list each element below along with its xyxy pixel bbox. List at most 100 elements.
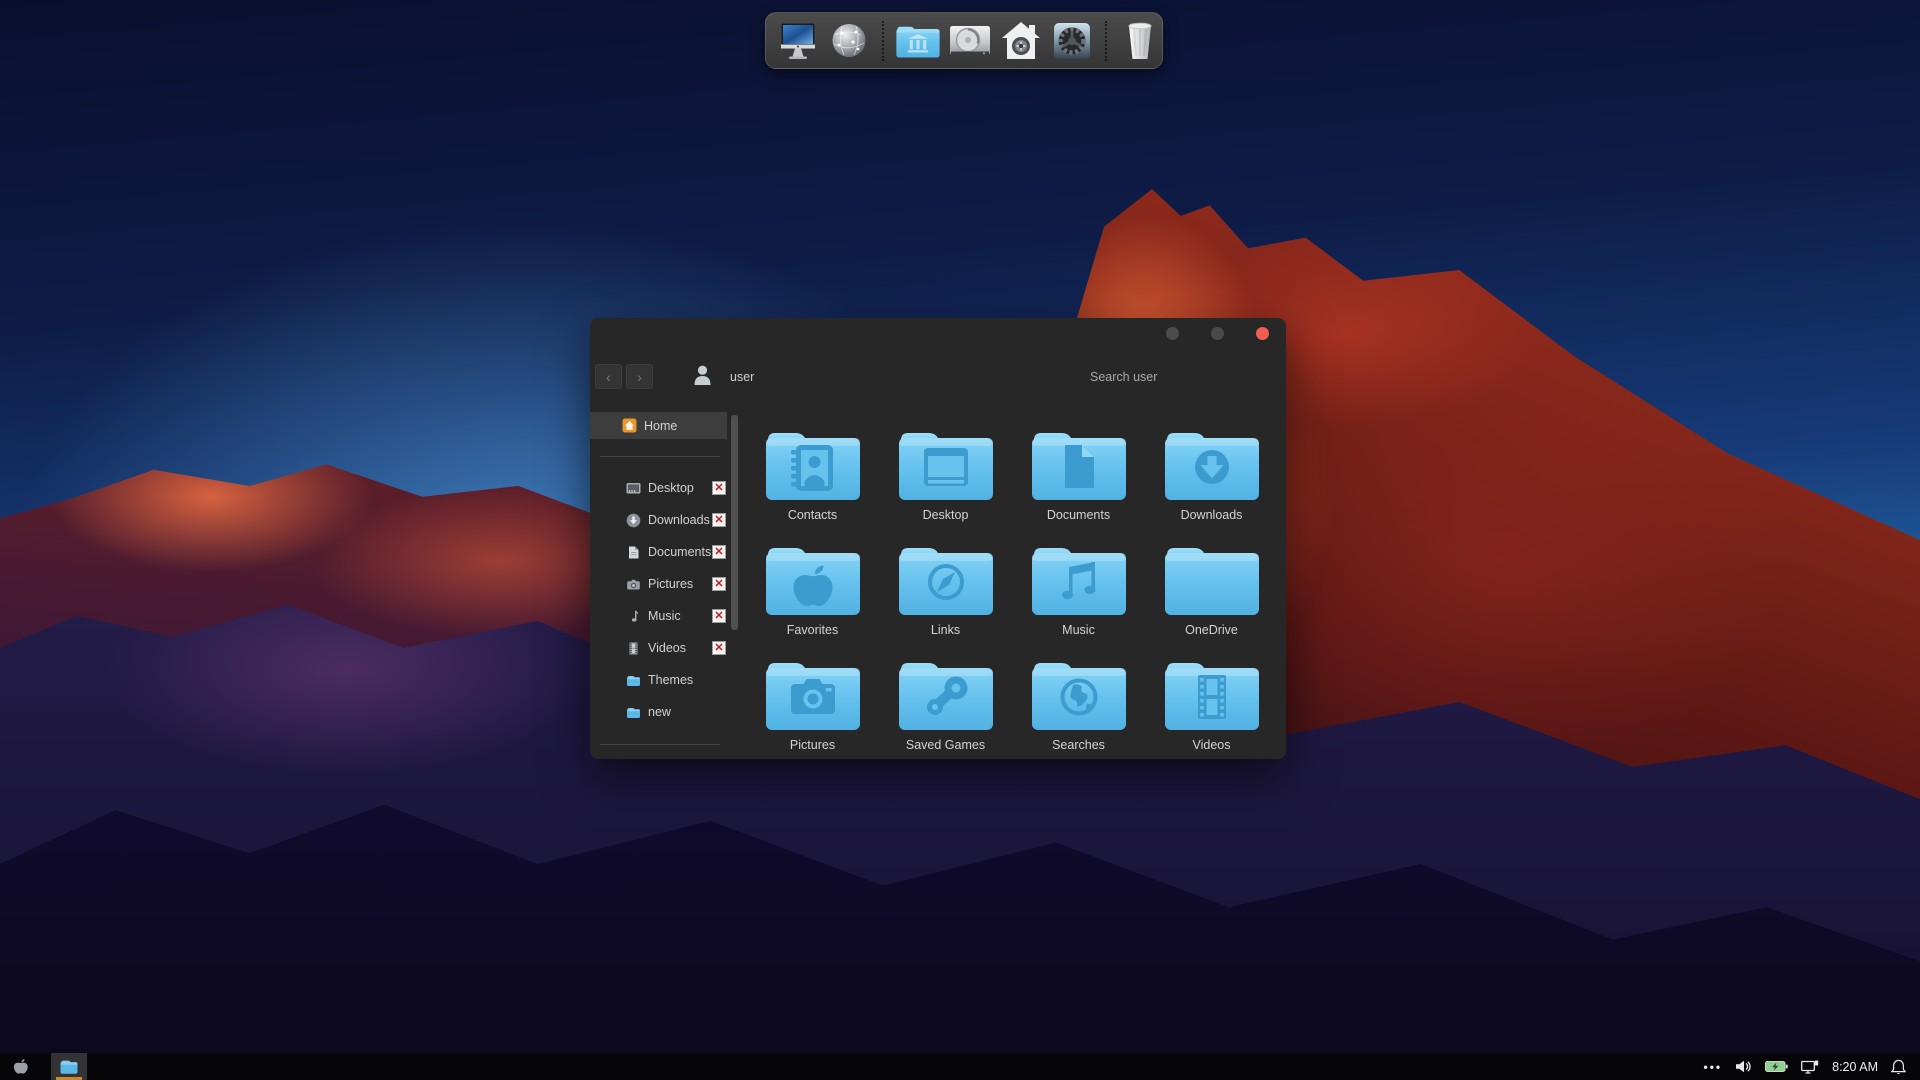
sidebar-item-label: Downloads	[648, 513, 710, 527]
maximize-button[interactable]	[1211, 327, 1224, 340]
minimize-button[interactable]	[1166, 327, 1179, 340]
volume-icon[interactable]	[1735, 1060, 1752, 1073]
home-vault-icon	[999, 19, 1043, 63]
x-glyph: ✕	[714, 547, 723, 558]
start-button[interactable]	[13, 1058, 30, 1075]
folder-icon	[896, 655, 996, 733]
folder-grid: Contacts Desktop	[746, 425, 1278, 770]
sidebar-item-label: new	[648, 705, 671, 719]
home-icon	[622, 418, 637, 433]
system-tray: •••	[1704, 1059, 1906, 1075]
clock[interactable]: 8:20 AM	[1832, 1060, 1878, 1074]
sidebar-item-pictures[interactable]: Pictures ✕	[590, 568, 727, 600]
dock-item-trash[interactable]	[1118, 18, 1162, 64]
folder-item-music[interactable]: Music	[1012, 540, 1145, 655]
taskbar: •••	[0, 1053, 1920, 1080]
desktop-icon	[626, 481, 641, 496]
apple-logo-icon	[13, 1058, 30, 1075]
battery-icon[interactable]	[1765, 1060, 1788, 1073]
folder-icon	[896, 540, 996, 618]
sidebar-item-home[interactable]: Home	[590, 412, 727, 439]
sidebar-item-desktop[interactable]: Desktop ✕	[590, 472, 727, 504]
broken-eject-icon[interactable]: ✕	[712, 545, 726, 559]
folder-item-favorites[interactable]: Favorites	[746, 540, 879, 655]
sidebar-item-themes[interactable]: Themes	[590, 664, 727, 696]
broken-eject-icon[interactable]: ✕	[712, 513, 726, 527]
broken-eject-icon[interactable]: ✕	[712, 577, 726, 591]
film-strip-emblem-icon	[1198, 675, 1226, 719]
folder-item-contacts[interactable]: Contacts	[746, 425, 879, 540]
notifications-bell-icon[interactable]	[1891, 1059, 1906, 1075]
taskbar-file-explorer[interactable]	[51, 1053, 87, 1080]
folder-icon	[1029, 425, 1129, 503]
file-manager-window: ‹ › user Search user Home	[590, 318, 1286, 759]
broken-eject-icon[interactable]: ✕	[712, 641, 726, 655]
sidebar-item-music[interactable]: Music ✕	[590, 600, 727, 632]
broken-eject-icon[interactable]: ✕	[712, 609, 726, 623]
dock-separator	[882, 21, 884, 61]
folder-label: Music	[1062, 623, 1095, 637]
folder-icon	[1029, 655, 1129, 733]
download-icon	[626, 513, 641, 528]
tray-overflow-icon[interactable]: •••	[1704, 1060, 1723, 1074]
dock-item-hard-drive[interactable]	[948, 18, 992, 64]
sidebar-separator	[600, 744, 720, 745]
location-path[interactable]: user	[730, 370, 754, 384]
folder-item-downloads[interactable]: Downloads	[1145, 425, 1278, 540]
settings-gear-icon	[1050, 19, 1094, 63]
folder-item-documents[interactable]: Documents	[1012, 425, 1145, 540]
trash-icon	[1118, 19, 1162, 63]
folder-icon	[1162, 540, 1262, 618]
download-arrow-emblem-icon	[1195, 450, 1229, 484]
folder-icon	[763, 425, 863, 503]
hard-drive-icon	[948, 19, 992, 63]
folder-label: Searches	[1052, 738, 1105, 752]
sidebar-item-label: Pictures	[648, 577, 693, 591]
explorer-folder-icon	[59, 1058, 79, 1075]
folder-icon	[896, 425, 996, 503]
dock-item-network[interactable]	[827, 18, 871, 64]
sidebar-item-downloads[interactable]: Downloads ✕	[590, 504, 727, 536]
sidebar-item-label: Home	[644, 419, 677, 433]
camera-icon	[626, 577, 641, 592]
user-icon	[694, 365, 711, 391]
folder-label: Documents	[1047, 508, 1110, 522]
film-icon	[626, 641, 641, 656]
dock-item-home[interactable]	[999, 18, 1043, 64]
sidebar-item-label: Videos	[648, 641, 686, 655]
dock-item-system-preferences[interactable]	[1050, 18, 1094, 64]
folder-item-searches[interactable]: Searches	[1012, 655, 1145, 770]
network-icon[interactable]	[1801, 1060, 1819, 1074]
folder-label: Downloads	[1181, 508, 1243, 522]
folder-icon	[763, 655, 863, 733]
forward-button[interactable]: ›	[626, 364, 653, 389]
back-button[interactable]: ‹	[595, 364, 622, 389]
folder-item-onedrive[interactable]: OneDrive	[1145, 540, 1278, 655]
sidebar-item-label: Music	[648, 609, 681, 623]
dock-item-library-folder[interactable]	[895, 18, 941, 64]
library-folder-icon	[895, 21, 941, 61]
folder-item-pictures[interactable]: Pictures	[746, 655, 879, 770]
window-emblem-icon	[924, 448, 968, 486]
folder-label: Links	[931, 623, 960, 637]
sidebar-item-documents[interactable]: Documents ✕	[590, 536, 727, 568]
folder-item-links[interactable]: Links	[879, 540, 1012, 655]
dock-item-computer[interactable]	[776, 18, 820, 64]
x-glyph: ✕	[714, 643, 723, 654]
sidebar: Home Desktop ✕	[590, 410, 730, 759]
folder-item-desktop[interactable]: Desktop	[879, 425, 1012, 540]
sidebar-item-new[interactable]: new	[590, 696, 727, 728]
chevron-left-icon: ‹	[606, 369, 611, 385]
chevron-right-icon: ›	[637, 369, 642, 385]
x-glyph: ✕	[714, 515, 723, 526]
broken-eject-icon[interactable]: ✕	[712, 481, 726, 495]
search-input[interactable]: Search user	[1090, 370, 1157, 384]
folder-item-saved-games[interactable]: Saved Games	[879, 655, 1012, 770]
sidebar-item-videos[interactable]: Videos ✕	[590, 632, 727, 664]
folder-icon	[763, 540, 863, 618]
folder-item-videos[interactable]: Videos	[1145, 655, 1278, 770]
imac-icon	[776, 19, 820, 63]
sidebar-scrollbar[interactable]	[731, 415, 738, 630]
close-button[interactable]	[1256, 327, 1269, 340]
x-glyph: ✕	[714, 579, 723, 590]
